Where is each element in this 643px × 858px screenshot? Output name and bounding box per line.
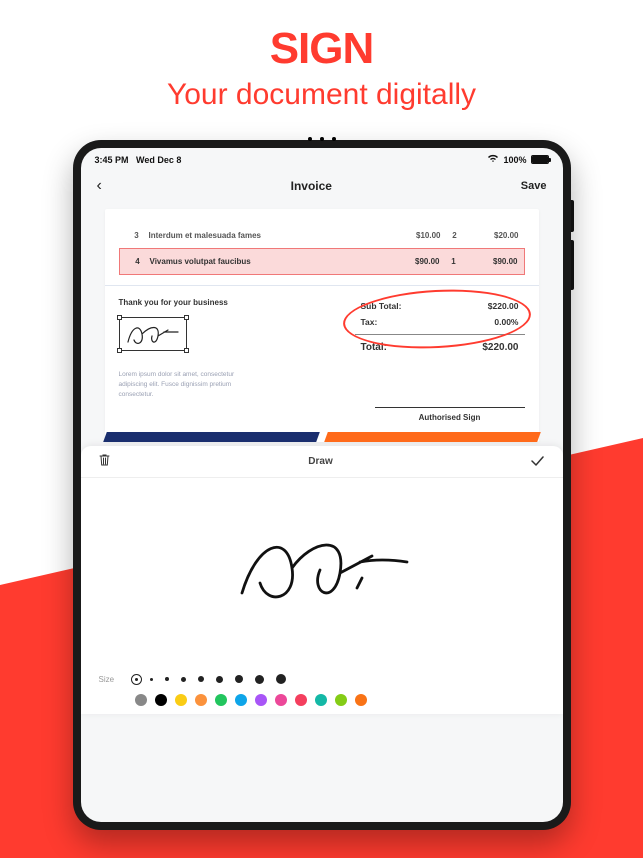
subtotal-value: $220.00 <box>488 301 519 311</box>
hero: SIGN Your document digitally <box>0 0 643 112</box>
confirm-icon[interactable] <box>531 455 544 469</box>
cell-price: $10.00 <box>391 231 441 240</box>
subtotal-label: Sub Total: <box>361 301 402 311</box>
brush-size-option[interactable] <box>198 676 204 682</box>
tax-row: Tax: 0.00% <box>355 314 525 330</box>
color-swatch[interactable] <box>135 694 147 706</box>
color-swatch[interactable] <box>315 694 327 706</box>
trash-icon[interactable] <box>99 454 110 469</box>
status-date: Wed Dec 8 <box>136 155 181 165</box>
cell-desc: Interdum et malesuada fames <box>149 231 391 240</box>
color-palette <box>81 690 563 714</box>
table-row-highlighted: 4 Vivamus volutpat faucibus $90.00 1 $90… <box>119 248 525 275</box>
screen: 3:45 PM Wed Dec 8 100% ‹ Invoice Save 3 … <box>81 148 563 822</box>
cell-num: 4 <box>126 257 150 266</box>
status-left: 3:45 PM Wed Dec 8 <box>95 155 182 165</box>
color-swatch[interactable] <box>235 694 247 706</box>
signature-toolbar: Draw <box>81 446 563 478</box>
color-swatch[interactable] <box>195 694 207 706</box>
color-swatch[interactable] <box>335 694 347 706</box>
color-swatch[interactable] <box>175 694 187 706</box>
tablet-frame: 3:45 PM Wed Dec 8 100% ‹ Invoice Save 3 … <box>73 140 571 830</box>
size-label: Size <box>99 675 125 684</box>
brush-size-option[interactable] <box>216 676 223 683</box>
drawn-signature <box>212 528 432 618</box>
footer-note: Lorem ipsum dolor sit amet, consectetur … <box>119 370 249 399</box>
page-title: Invoice <box>291 179 332 193</box>
signature-panel: Draw Size <box>81 446 563 714</box>
cell-desc: Vivamus volutpat faucibus <box>150 257 390 266</box>
brush-size-option[interactable] <box>135 678 138 681</box>
cell-num: 3 <box>125 231 149 240</box>
brush-size-row: Size <box>81 668 563 690</box>
subtotal-row: Sub Total: $220.00 <box>355 298 525 314</box>
auth-sign-label: Authorised Sign <box>375 407 525 422</box>
battery-icon <box>531 155 549 164</box>
tax-value: 0.00% <box>494 317 518 327</box>
decorative-bars <box>103 432 541 442</box>
panel-title: Draw <box>308 456 332 467</box>
hero-subtitle: Your document digitally <box>0 78 643 112</box>
brush-size-option[interactable] <box>276 674 286 684</box>
color-swatch[interactable] <box>215 694 227 706</box>
back-button[interactable]: ‹ <box>97 177 102 195</box>
wifi-icon <box>487 154 499 165</box>
totals-box: Sub Total: $220.00 Tax: 0.00% Total: $22… <box>355 298 525 356</box>
color-swatch[interactable] <box>355 694 367 706</box>
color-swatch[interactable] <box>295 694 307 706</box>
status-right: 100% <box>487 154 548 165</box>
total-label: Total: <box>361 342 387 353</box>
status-bar: 3:45 PM Wed Dec 8 100% <box>81 148 563 167</box>
invoice-document[interactable]: 3 Interdum et malesuada fames $10.00 2 $… <box>105 209 539 442</box>
brush-size-option[interactable] <box>165 677 169 681</box>
color-swatch[interactable] <box>275 694 287 706</box>
brush-size-option[interactable] <box>235 675 243 683</box>
signature-canvas[interactable] <box>81 478 563 668</box>
total-row: Total: $220.00 <box>355 339 525 356</box>
brush-size-option[interactable] <box>255 675 264 684</box>
cell-qty: 1 <box>440 257 468 266</box>
save-button[interactable]: Save <box>521 180 547 192</box>
invoice-footer: Thank you for your business Sub Total: $… <box>119 298 525 356</box>
total-value: $220.00 <box>482 342 518 353</box>
cell-total: $20.00 <box>469 231 519 240</box>
divider <box>105 285 539 286</box>
color-swatch[interactable] <box>255 694 267 706</box>
tablet-button <box>571 240 574 290</box>
hero-title: SIGN <box>0 24 643 74</box>
cell-qty: 2 <box>441 231 469 240</box>
status-time: 3:45 PM <box>95 155 129 165</box>
battery-pct: 100% <box>503 155 526 165</box>
footer-left: Thank you for your business <box>119 298 228 351</box>
cell-price: $90.00 <box>390 257 440 266</box>
signature-placed[interactable] <box>119 317 187 351</box>
brush-sizes <box>135 674 286 684</box>
brush-size-option[interactable] <box>181 677 186 682</box>
auth-sign-area: Authorised Sign <box>119 407 525 422</box>
tablet-button <box>571 200 574 232</box>
navbar: ‹ Invoice Save <box>81 167 563 203</box>
cell-total: $90.00 <box>468 257 518 266</box>
divider <box>355 334 525 335</box>
brush-size-option[interactable] <box>150 678 153 681</box>
color-swatch[interactable] <box>155 694 167 706</box>
table-row: 3 Interdum et malesuada fames $10.00 2 $… <box>119 223 525 248</box>
tax-label: Tax: <box>361 317 378 327</box>
tablet-camera <box>292 137 352 143</box>
signature-icon <box>120 318 188 352</box>
thankyou-text: Thank you for your business <box>119 298 228 307</box>
